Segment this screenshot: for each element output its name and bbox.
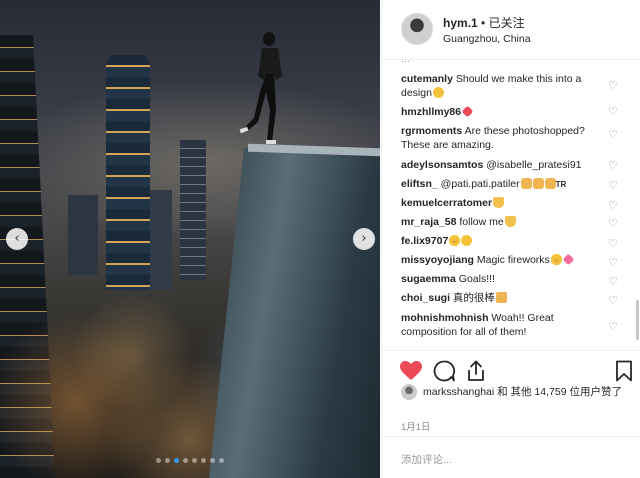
username-link[interactable]: hym.1 — [443, 16, 478, 30]
comment-text: Magic fireworks — [473, 254, 550, 266]
cut-off-comment: ... — [401, 60, 410, 65]
comment-username[interactable]: kemuelcerratomer — [401, 197, 492, 209]
comment-item: kemuelcerratomer — [401, 196, 601, 210]
comment-username[interactable]: missyoyojiang — [401, 254, 474, 266]
carousel-dot — [192, 458, 197, 463]
post-author: hym.1 • 已关注 — [443, 14, 525, 31]
hand-emoji-icon — [532, 178, 544, 189]
comment-username[interactable]: adeylsonsamtos — [401, 159, 483, 171]
hand-emoji-icon — [520, 178, 532, 189]
heart-eyes-emoji-icon — [449, 235, 461, 246]
comment-item: rgrmoments Are these photoshopped? These… — [401, 124, 601, 152]
bookmark-icon[interactable] — [612, 359, 636, 383]
chevron-left-icon: ‹ — [14, 231, 20, 246]
comment-item: mr_raja_58 follow me — [401, 215, 601, 229]
comment-username[interactable]: choi_sugi — [401, 292, 450, 304]
post-header: hym.1 • 已关注 Guangzhou, China — [382, 0, 640, 60]
add-comment-field[interactable]: 添加评论... — [382, 436, 640, 478]
comment-item: fe.lix9707 — [401, 234, 601, 248]
avatar[interactable] — [401, 384, 417, 400]
heart-filled-icon[interactable] — [399, 359, 423, 383]
pink-heart-emoji-icon — [562, 253, 575, 266]
thinking-face-emoji-icon — [432, 87, 444, 98]
post-photo[interactable]: ‹ › — [0, 0, 380, 478]
comment-text: 真的很棒 — [450, 292, 495, 304]
flexed-biceps-emoji-icon — [495, 292, 507, 303]
comment-item: eliftsn_ @pati.pati.patiler TR — [401, 177, 601, 192]
likes-text: marksshanghai 和 其他 14,759 位用户赞了 — [423, 385, 628, 399]
carousel-dot — [219, 458, 224, 463]
comment-suffix: TR — [555, 180, 567, 189]
comment-like-heart-icon[interactable]: ♡ — [608, 200, 620, 212]
comment-text: @isabelle_pratesi91 — [483, 159, 582, 171]
post-side-panel: hym.1 • 已关注 Guangzhou, China ... cuteman… — [381, 0, 640, 478]
carousel-dot — [156, 458, 161, 463]
likes-count-text[interactable]: 和 其他 14,759 位用户赞了 — [494, 386, 622, 398]
comment-username[interactable]: mr_raja_58 — [401, 216, 456, 228]
comment-item: adeylsonsamtos @isabelle_pratesi91 — [401, 158, 601, 172]
comment-like-heart-icon[interactable]: ♡ — [608, 106, 620, 118]
post-date[interactable]: 1月1日 — [401, 419, 431, 433]
follow-status[interactable]: 已关注 — [489, 16, 525, 30]
comment-item: choi_sugi 真的很棒 — [401, 291, 601, 305]
red-heart-emoji-icon — [461, 105, 474, 118]
heart-eyes-emoji-icon — [550, 254, 562, 265]
carousel-dot — [174, 458, 179, 463]
carousel-prev-button[interactable]: ‹ — [6, 228, 28, 250]
comment-item: sugaemma Goals!!! — [401, 272, 601, 286]
comment-username[interactable]: fe.lix9707 — [401, 235, 448, 247]
comment-like-heart-icon[interactable]: ♡ — [608, 218, 620, 230]
photo-person — [239, 32, 282, 144]
add-comment-placeholder: 添加评论... — [401, 454, 452, 466]
comment-scrollbar[interactable] — [636, 300, 639, 340]
separator: • — [477, 16, 489, 30]
carousel-indicator — [0, 450, 380, 468]
comment-like-heart-icon[interactable]: ♡ — [608, 321, 620, 333]
praying-hands-emoji-icon — [493, 197, 505, 208]
comment-username[interactable]: cutemanly — [401, 73, 453, 85]
comment-username[interactable]: mohnishmohnish — [401, 312, 489, 324]
comment-like-heart-icon[interactable]: ♡ — [608, 160, 620, 172]
praying-hands-emoji-icon — [504, 216, 516, 227]
carousel-dot — [165, 458, 170, 463]
liker-username[interactable]: marksshanghai — [423, 386, 494, 398]
comment-like-heart-icon[interactable]: ♡ — [608, 80, 620, 92]
comment-item: mohnishmohnish Woah!! Great composition … — [401, 311, 601, 339]
comment-item: missyoyojiang Magic fireworks — [401, 253, 601, 267]
comment-item: cutemanly Should we make this into a des… — [401, 72, 601, 100]
share-icon[interactable] — [464, 359, 488, 383]
avatar[interactable] — [401, 13, 433, 45]
chevron-right-icon: › — [361, 231, 367, 246]
comment-like-heart-icon[interactable]: ♡ — [608, 257, 620, 269]
carousel-dot — [201, 458, 206, 463]
comment-text: follow me — [456, 216, 504, 228]
carousel-next-button[interactable]: › — [353, 228, 375, 250]
comment-item: hmzhllmy86 — [401, 105, 601, 119]
carousel-dot — [210, 458, 215, 463]
comment-username[interactable]: rgrmoments — [401, 125, 462, 137]
hand-emoji-icon — [544, 178, 556, 189]
comment-like-heart-icon[interactable]: ♡ — [608, 295, 620, 307]
comment-list[interactable]: ... cutemanly Should we make this into a… — [382, 60, 640, 350]
carousel-dot — [183, 458, 188, 463]
action-bar — [382, 350, 640, 386]
comment-bubble-icon[interactable] — [432, 359, 456, 383]
comment-like-heart-icon[interactable]: ♡ — [608, 129, 620, 141]
comment-like-heart-icon[interactable]: ♡ — [608, 180, 620, 192]
comment-username[interactable]: hmzhllmy86 — [401, 106, 461, 118]
comment-like-heart-icon[interactable]: ♡ — [608, 238, 620, 250]
comment-text: Goals!!! — [455, 273, 495, 285]
comment-username[interactable]: eliftsn_ — [401, 178, 438, 190]
comment-like-heart-icon[interactable]: ♡ — [608, 276, 620, 288]
comment-username[interactable]: sugaemma — [401, 273, 456, 285]
astonished-emoji-icon — [461, 235, 473, 246]
comment-text: @pati.pati.patiler — [437, 178, 520, 190]
location-link[interactable]: Guangzhou, China — [443, 33, 531, 45]
